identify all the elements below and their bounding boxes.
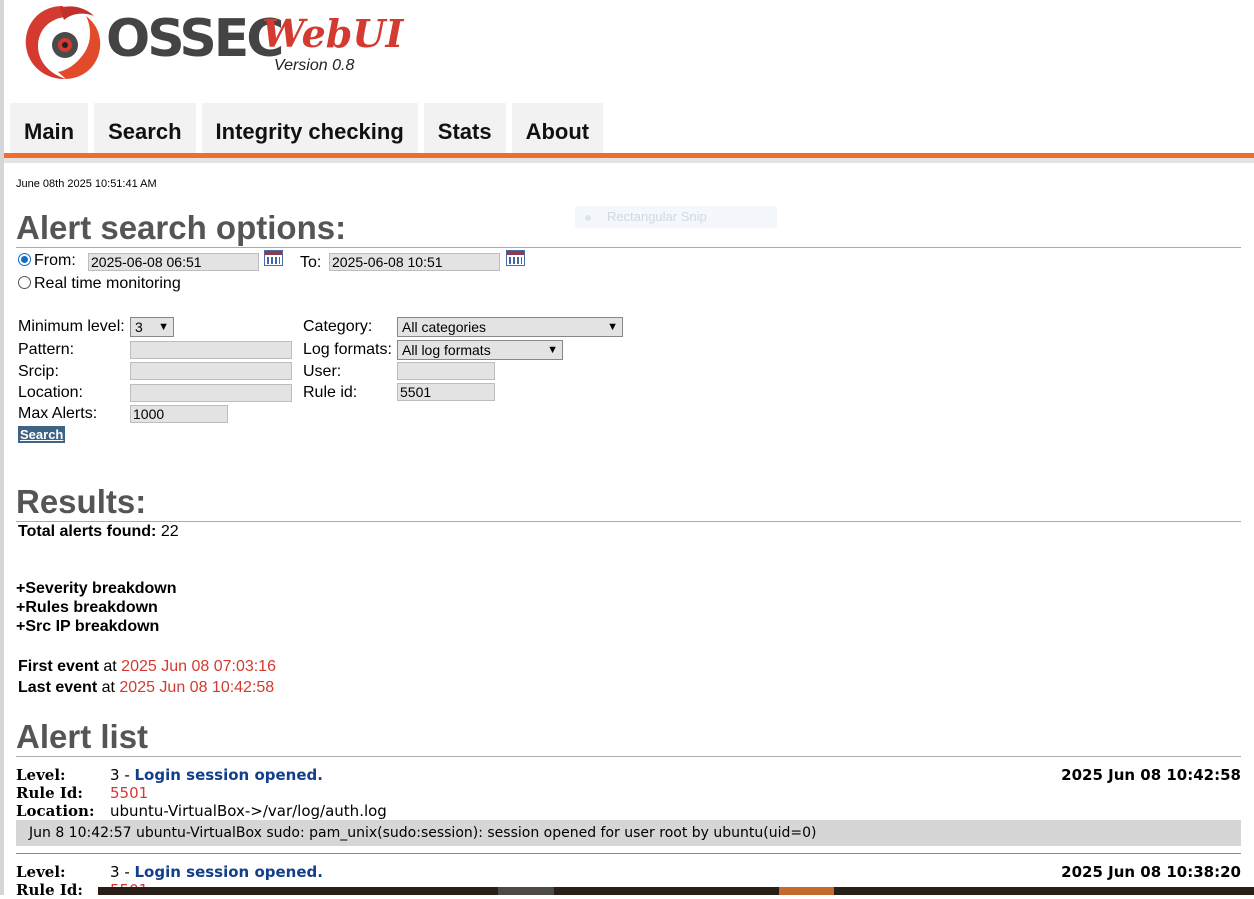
srcip-input[interactable] <box>130 362 292 380</box>
location-label: Location: <box>18 384 83 401</box>
alert-dash: - <box>119 863 135 881</box>
rectangular-snip-overlay[interactable]: Rectangular Snip <box>575 206 777 228</box>
realtime-row: Real time monitoring <box>18 275 181 293</box>
logo-ossec-text: OSSEC <box>106 9 284 69</box>
alert-rule-id-label: Rule Id: <box>16 784 83 802</box>
from-date-input[interactable]: 2025-06-08 06:51 <box>88 253 259 271</box>
pattern-label: Pattern: <box>18 341 75 358</box>
alert-date: 2025 Jun 08 10:42:58 <box>1061 766 1241 784</box>
logo-webui-text: WebUI <box>262 11 404 56</box>
severity-breakdown-link[interactable]: +Severity breakdown <box>16 580 177 598</box>
alert-location: ubuntu-VirtualBox->/var/log/auth.log <box>110 802 387 820</box>
max-alerts-label: Max Alerts: <box>18 405 98 422</box>
tab-stats[interactable]: Stats <box>423 103 506 153</box>
log-formats-label: Log formats: <box>303 341 392 358</box>
alert-item: Level: 3 - Login session opened. 2025 Ju… <box>16 765 1241 854</box>
alert-separator <box>16 853 1241 854</box>
min-level-value: 3 <box>135 319 143 335</box>
to-calendar-icon[interactable] <box>506 250 525 266</box>
from-calendar-icon[interactable] <box>264 250 283 266</box>
alert-title[interactable]: 3 - Login session opened. <box>110 863 323 881</box>
total-alerts: Total alerts found: 22 <box>18 523 179 541</box>
current-datetime: June 08th 2025 10:51:41 AM <box>16 178 157 190</box>
user-input[interactable] <box>397 362 495 380</box>
realtime-radio[interactable] <box>18 276 31 289</box>
chevron-down-icon: ▼ <box>547 344 558 356</box>
search-options-rule <box>16 247 1241 248</box>
tab-integrity-checking[interactable]: Integrity checking <box>201 103 418 153</box>
user-label: User: <box>303 363 342 380</box>
alert-title[interactable]: 3 - Login session opened. <box>110 766 323 784</box>
rule-id-label: Rule id: <box>303 384 358 401</box>
search-button[interactable]: Search <box>18 426 66 443</box>
tab-main[interactable]: Main <box>10 103 89 153</box>
last-event: Last event at 2025 Jun 08 10:42:58 <box>18 679 274 697</box>
to-date-input[interactable]: 2025-06-08 10:51 <box>329 253 500 271</box>
srcip-breakdown-link[interactable]: +Src IP breakdown <box>16 618 159 636</box>
category-value: All categories <box>402 319 487 335</box>
results-heading: Results: <box>16 483 147 520</box>
window-left-border <box>0 0 4 895</box>
alert-level-label: Level: <box>16 766 66 784</box>
alert-description: Login session opened. <box>134 766 323 784</box>
category-label: Category: <box>303 318 373 335</box>
version-label: Version 0.8 <box>274 57 355 74</box>
chevron-down-icon: ▼ <box>158 321 169 333</box>
alert-rule-id-label: Rule Id: <box>16 881 83 899</box>
min-level-label: Minimum level: <box>18 318 125 335</box>
alert-level: 3 <box>110 863 120 881</box>
chevron-down-icon: ▼ <box>607 321 618 333</box>
total-alerts-label: Total alerts found: <box>18 523 157 540</box>
taskbar-item-active[interactable] <box>779 887 834 895</box>
alert-level-label: Level: <box>16 863 66 881</box>
from-row: From: <box>18 252 76 270</box>
total-alerts-value: 22 <box>160 523 179 540</box>
log-formats-select[interactable]: All log formats ▼ <box>397 340 563 360</box>
alert-level: 3 <box>110 766 120 784</box>
alert-rule-id[interactable]: 5501 <box>110 784 148 802</box>
snip-label: Rectangular Snip <box>607 209 707 224</box>
realtime-label: Real time monitoring <box>34 275 181 292</box>
ossec-logo-icon <box>25 6 101 80</box>
alert-log-line: Jun 8 10:42:57 ubuntu-VirtualBox sudo: p… <box>16 820 1241 846</box>
alert-dash: - <box>119 766 135 784</box>
srcip-label: Srcip: <box>18 363 59 380</box>
rules-breakdown-link[interactable]: +Rules breakdown <box>16 599 158 617</box>
results-rule <box>16 521 1241 522</box>
ossec-logo[interactable]: OSSEC WebUI Version 0.8 <box>20 0 404 90</box>
first-event: First event at 2025 Jun 08 07:03:16 <box>18 658 276 676</box>
first-event-label: First event <box>18 658 99 675</box>
first-event-at: at <box>103 658 117 675</box>
last-event-at: at <box>101 679 115 696</box>
taskbar-item[interactable] <box>498 887 554 895</box>
rule-id-input[interactable]: 5501 <box>397 383 495 401</box>
tab-search[interactable]: Search <box>94 103 196 153</box>
from-radio[interactable] <box>18 253 31 266</box>
alert-date: 2025 Jun 08 10:38:20 <box>1061 863 1241 881</box>
search-options-heading: Alert search options: <box>16 209 347 246</box>
pattern-input[interactable] <box>130 341 292 359</box>
main-nav: Main Search Integrity checking Stats Abo… <box>10 103 604 153</box>
location-input[interactable] <box>130 384 292 402</box>
alert-list-rule <box>16 756 1241 757</box>
alert-description: Login session opened. <box>134 863 323 881</box>
alert-list-heading: Alert list <box>16 718 149 755</box>
log-formats-value: All log formats <box>402 342 491 358</box>
nav-underline-shadow <box>4 158 1254 163</box>
last-event-value: 2025 Jun 08 10:42:58 <box>119 679 275 696</box>
last-event-label: Last event <box>18 679 98 696</box>
first-event-value: 2025 Jun 08 07:03:16 <box>121 658 276 675</box>
alert-location-label: Location: <box>16 802 95 820</box>
to-label: To: <box>300 254 322 271</box>
taskbar <box>98 887 1254 895</box>
min-level-select[interactable]: 3 ▼ <box>130 317 174 337</box>
max-alerts-input[interactable]: 1000 <box>130 405 228 423</box>
category-select[interactable]: All categories ▼ <box>397 317 623 337</box>
snip-mode-icon <box>585 214 591 221</box>
from-label: From: <box>34 252 76 269</box>
tab-about[interactable]: About <box>511 103 604 153</box>
